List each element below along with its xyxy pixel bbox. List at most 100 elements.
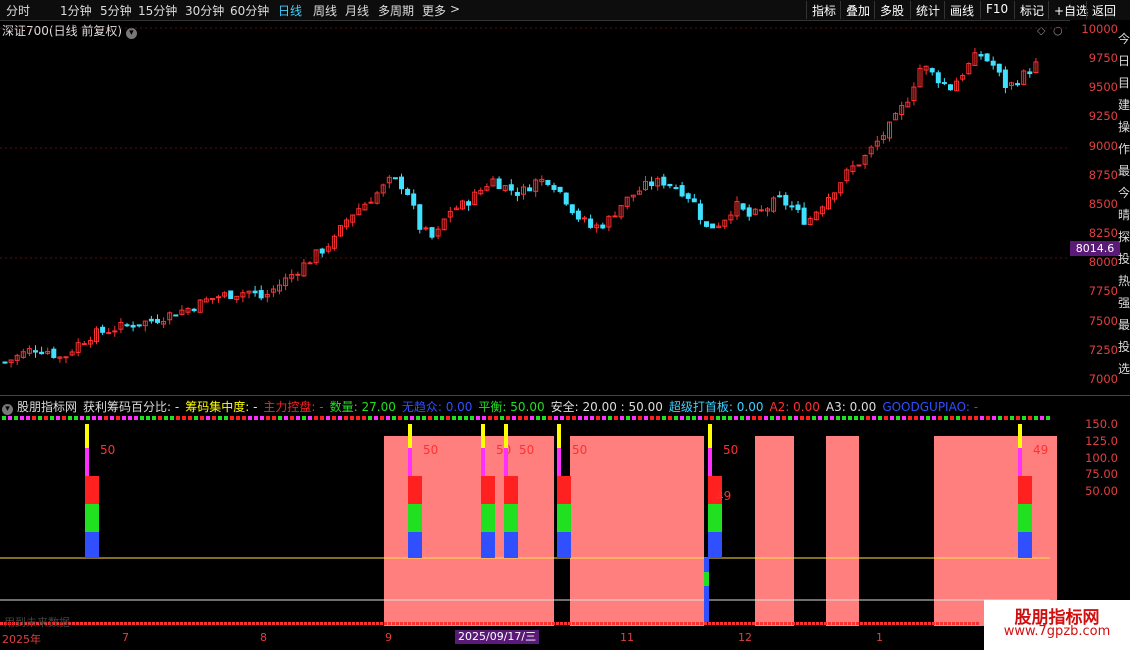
bottom-dot (168, 622, 171, 625)
candle-body (514, 191, 520, 196)
date-label: 1 (876, 631, 883, 644)
candlestick-chart[interactable] (0, 20, 1070, 396)
period-tab-1[interactable]: 1分钟 (60, 2, 92, 19)
bar-label: 50 (496, 443, 511, 457)
bottom-dot (344, 622, 347, 625)
bottom-dot (636, 622, 639, 625)
bottom-dot (332, 622, 335, 625)
period-tab-5[interactable]: 60分钟 (230, 2, 269, 19)
candle-body (295, 273, 301, 276)
bottom-dot (396, 622, 399, 625)
candle-body (789, 205, 795, 208)
bottom-dot (544, 622, 547, 625)
candle-body (33, 350, 38, 353)
bottom-dot (212, 622, 215, 625)
bottom-dot (364, 622, 367, 625)
signal-dot (932, 416, 936, 420)
bottom-dot (628, 622, 631, 625)
signal-dot (854, 416, 858, 420)
bottom-dot (860, 622, 863, 625)
signal-dot (80, 416, 84, 420)
side-glyph: 今 (1118, 32, 1130, 46)
signal-dot (362, 416, 366, 420)
stack-segment (408, 476, 422, 504)
indicator-chart[interactable]: 50 50 50 50 50 50 49 49 (0, 412, 1070, 630)
bottom-dot (748, 622, 751, 625)
indicator-axis: 150.0 125.0 100.0 75.00 50.00 (1070, 412, 1130, 630)
signal-dot (386, 416, 390, 420)
signal-dot (710, 416, 714, 420)
bottom-dot (128, 622, 131, 625)
bottom-dot (728, 622, 731, 625)
toolbar-button-1[interactable]: 叠加 (840, 1, 875, 19)
bottom-dot (508, 622, 511, 625)
period-tab-2[interactable]: 5分钟 (100, 2, 132, 19)
bottom-dot (496, 622, 499, 625)
bottom-dot (296, 622, 299, 625)
signal-dot (548, 416, 552, 420)
signal-dot (1028, 416, 1032, 420)
period-tab-8[interactable]: 月线 (345, 2, 369, 19)
bottom-dot (768, 622, 771, 625)
bottom-dot (272, 622, 275, 625)
side-glyph: 日 (1118, 54, 1130, 68)
indicator-tick: 150.0 (1085, 417, 1118, 431)
period-tab-7[interactable]: 周线 (313, 2, 337, 19)
period-toolbar: 分时 1分钟 5分钟 15分钟 30分钟 60分钟 日线 周线 月线 多周期 更多 > 指标 叠加 多股 统计… (0, 0, 1130, 21)
signal-dot (242, 416, 246, 420)
period-tab-6[interactable]: 日线 (278, 2, 302, 19)
signal-dot (26, 416, 30, 420)
signal-dot (536, 416, 540, 420)
stack-segment (557, 448, 561, 476)
period-tab-4[interactable]: 30分钟 (185, 2, 224, 19)
period-tab-9[interactable]: 多周期 (378, 2, 414, 19)
bottom-dot (352, 622, 355, 625)
toolbar-button-4[interactable]: 画线 (944, 1, 979, 19)
period-tab-0[interactable]: 分时 (6, 2, 30, 19)
stack-segment (1018, 532, 1032, 558)
bottom-dot (812, 622, 815, 625)
signal-dot (182, 416, 186, 420)
signal-dot (566, 416, 570, 420)
toolbar-button-0[interactable]: 指标 (806, 1, 841, 19)
candle-body (545, 180, 551, 185)
stack-segment (1018, 424, 1022, 448)
signal-dot (314, 416, 318, 420)
toolbar-button-3[interactable]: 统计 (910, 1, 945, 19)
candle-body (569, 204, 575, 214)
bottom-dot (780, 622, 783, 625)
signal-dot (62, 416, 66, 420)
bottom-dot (84, 622, 87, 625)
period-tab-3[interactable]: 15分钟 (138, 2, 177, 19)
bottom-dot (120, 622, 123, 625)
toolbar-button-2[interactable]: 多股 (874, 1, 909, 19)
signal-dot (440, 416, 444, 420)
signal-dot (1034, 416, 1038, 420)
signal-dot (560, 416, 564, 420)
signal-dot (122, 416, 126, 420)
bottom-dot (616, 622, 619, 625)
chevron-right-icon[interactable]: > (450, 2, 460, 16)
bottom-dot (308, 622, 311, 625)
period-tab-10[interactable]: 更多 (422, 2, 446, 19)
toolbar-button-6[interactable]: 标记 (1014, 1, 1049, 19)
signal-dot (218, 416, 222, 420)
signal-dot (830, 416, 834, 420)
candle-body (557, 186, 563, 192)
toolbar-button-5[interactable]: F10 (980, 1, 1013, 19)
toolbar-button-8[interactable]: 返回 (1086, 1, 1121, 19)
signal-dot (488, 416, 492, 420)
signal-dot (752, 416, 756, 420)
signal-dot (296, 416, 300, 420)
stack-segment (504, 476, 518, 504)
signal-dot (500, 416, 504, 420)
watermark: 股朋指标网 www.7gpzb.com (984, 600, 1130, 650)
signal-dot (134, 416, 138, 420)
bottom-dot (564, 622, 567, 625)
candle-body (228, 290, 234, 299)
candle-body (582, 217, 587, 220)
bottom-dot (588, 622, 591, 625)
bottom-dot (88, 622, 91, 625)
candle-body (399, 176, 404, 190)
candle-body (258, 290, 264, 299)
